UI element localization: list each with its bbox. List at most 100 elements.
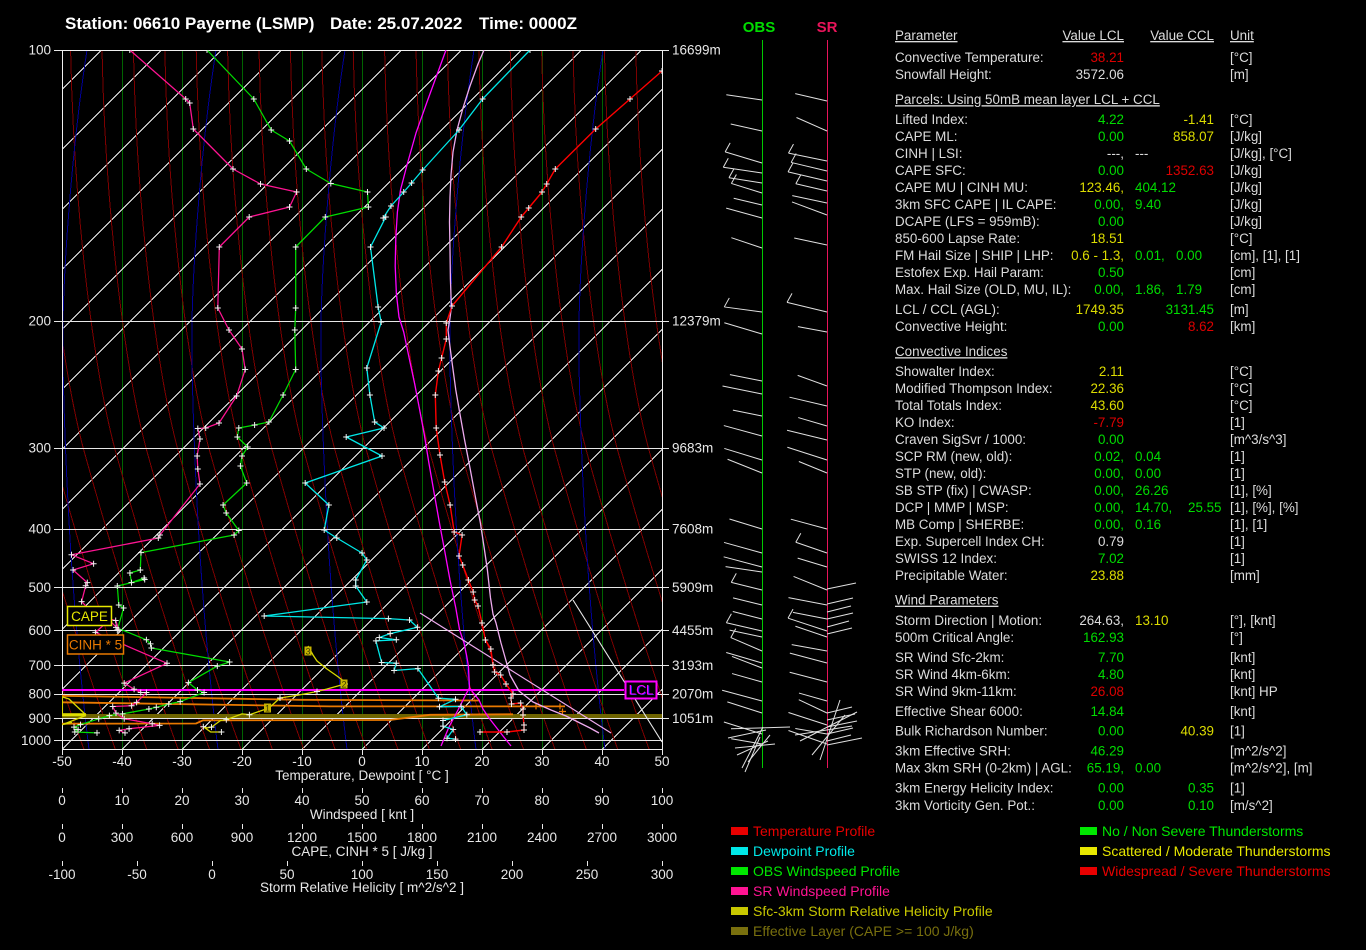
svg-text:100: 100 [28,43,51,58]
svg-text:2700: 2700 [587,830,617,845]
svg-text:CAPE ML:: CAPE ML: [895,129,958,144]
svg-text:1.86,: 1.86, [1135,282,1165,297]
svg-text:43.60: 43.60 [1090,398,1124,413]
svg-text:0.00: 0.00 [1176,248,1202,263]
svg-text:Lifted Index:: Lifted Index: [895,112,968,127]
svg-text:LCL: LCL [629,683,654,698]
svg-text:46.29: 46.29 [1090,744,1124,759]
svg-text:MB Comp | SHERBE:: MB Comp | SHERBE: [895,517,1024,532]
svg-text:[1]: [1] [1230,781,1245,796]
svg-text:Snowfall Height:: Snowfall Height: [895,67,992,82]
svg-text:0.00: 0.00 [1098,214,1124,229]
svg-text:[1]: [1] [1230,449,1245,464]
svg-text:858.07: 858.07 [1173,129,1214,144]
svg-text:16699m: 16699m [672,43,721,58]
svg-text:SR: SR [817,19,838,36]
svg-text:9683m: 9683m [672,441,713,456]
svg-text:[km]: [km] [1230,319,1255,334]
svg-text:[J/kg], [°C]: [J/kg], [°C] [1230,146,1292,161]
svg-text:600: 600 [28,623,51,638]
svg-text:0.00,: 0.00, [1094,197,1124,212]
svg-text:[knt]: [knt] [1230,704,1255,719]
svg-text:3km SFC CAPE | IL CAPE:: 3km SFC CAPE | IL CAPE: [895,197,1056,212]
svg-text:0.79: 0.79 [1098,534,1124,549]
svg-text:0.50: 0.50 [1098,265,1124,280]
svg-text:KO Index:: KO Index: [895,415,955,430]
svg-text:STP (new, old):: STP (new, old): [895,466,986,481]
svg-text:250: 250 [576,867,599,882]
svg-text:[1]: [1] [1230,466,1245,481]
svg-text:[cm]: [cm] [1230,265,1255,280]
svg-text:1.79: 1.79 [1176,282,1202,297]
svg-text:0: 0 [358,754,366,769]
svg-text:DCAPE (LFS = 959mB):: DCAPE (LFS = 959mB): [895,214,1040,229]
svg-text:[°], [knt]: [°], [knt] [1230,613,1276,628]
svg-text:40: 40 [294,793,309,808]
svg-text:850-600 Lapse Rate:: 850-600 Lapse Rate: [895,231,1020,246]
svg-text:[knt]: [knt] [1230,667,1255,682]
svg-text:SCP RM (new, old):: SCP RM (new, old): [895,449,1012,464]
svg-text:SR Wind 4km-6km:: SR Wind 4km-6km: [895,667,1010,682]
svg-text:3131.45: 3131.45 [1166,302,1214,317]
svg-text:-50: -50 [52,754,72,769]
svg-text:Value LCL: Value LCL [1062,28,1124,43]
svg-text:Date: 25.07.2022: Date: 25.07.2022 [330,14,462,33]
svg-text:3km Effective SRH:: 3km Effective SRH: [895,744,1011,759]
svg-text:0.04: 0.04 [1135,449,1162,464]
svg-text:SWISS 12 Index:: SWISS 12 Index: [895,551,997,566]
svg-text:2.11: 2.11 [1099,364,1124,379]
svg-text:[knt] HP: [knt] HP [1230,684,1278,699]
svg-text:0.00: 0.00 [1098,798,1124,813]
svg-text:300: 300 [111,830,134,845]
svg-text:[m^3/s^3]: [m^3/s^3] [1230,432,1286,447]
svg-text:2070m: 2070m [672,687,713,702]
svg-text:5909m: 5909m [672,580,713,595]
svg-text:Showalter Index:: Showalter Index: [895,364,995,379]
svg-text:SR Wind Sfc-2km:: SR Wind Sfc-2km: [895,650,1004,665]
svg-text:Estofex Exp. Hail Param:: Estofex Exp. Hail Param: [895,265,1044,280]
svg-text:7608m: 7608m [672,522,713,537]
svg-text:3193m: 3193m [672,658,713,673]
svg-text:0.02,: 0.02, [1094,449,1124,464]
svg-text:50: 50 [654,754,669,769]
svg-text:200: 200 [28,314,51,329]
svg-text:Effective Layer (CAPE >= 100 J: Effective Layer (CAPE >= 100 J/kg) [753,923,974,939]
svg-text:-40: -40 [112,754,132,769]
svg-text:LCL / CCL (AGL):: LCL / CCL (AGL): [895,302,1000,317]
svg-text:Convective Temperature:: Convective Temperature: [895,50,1044,65]
svg-text:[1]: [1] [1230,534,1245,549]
svg-text:Exp. Supercell Index CH:: Exp. Supercell Index CH: [895,534,1045,549]
svg-text:404.12: 404.12 [1135,180,1176,195]
svg-text:600: 600 [171,830,194,845]
svg-text:-30: -30 [172,754,192,769]
svg-text:300: 300 [28,441,51,456]
svg-text:[m]: [m] [1230,302,1249,317]
svg-text:300: 300 [651,867,674,882]
svg-text:Station: 06610 Payerne (LSMP): Station: 06610 Payerne (LSMP) [65,14,314,33]
svg-text:DCP | MMP | MSP:: DCP | MMP | MSP: [895,500,1009,515]
svg-text:90: 90 [594,793,609,808]
svg-text:Time: 0000Z: Time: 0000Z [479,14,577,33]
svg-text:30: 30 [234,793,249,808]
svg-text:CAPE SFC:: CAPE SFC: [895,163,966,178]
svg-text:Temperature Profile: Temperature Profile [753,823,875,839]
svg-text:CAPE: CAPE [71,609,108,624]
svg-text:OBS Windspeed Profile: OBS Windspeed Profile [753,863,900,879]
svg-text:SB STP (fix) | CWASP:: SB STP (fix) | CWASP: [895,483,1032,498]
svg-text:[°C]: [°C] [1230,112,1252,127]
svg-text:264.63,: 264.63, [1079,613,1124,628]
svg-text:FM Hail Size | SHIP | LHP:: FM Hail Size | SHIP | LHP: [895,248,1054,263]
svg-text:0.00: 0.00 [1098,129,1124,144]
svg-text:[m/s^2]: [m/s^2] [1230,798,1273,813]
svg-text:---,: ---, [1107,146,1124,161]
svg-text:25.55: 25.55 [1188,500,1222,515]
svg-text:14.84: 14.84 [1090,704,1124,719]
svg-text:10: 10 [414,754,429,769]
svg-text:12379m: 12379m [672,314,721,329]
svg-text:[1]: [1] [1230,415,1245,430]
svg-text:0.00,: 0.00, [1094,500,1124,515]
svg-text:18.51: 18.51 [1090,231,1124,246]
svg-text:80: 80 [534,793,549,808]
svg-text:26.08: 26.08 [1090,684,1124,699]
svg-text:20: 20 [474,754,489,769]
